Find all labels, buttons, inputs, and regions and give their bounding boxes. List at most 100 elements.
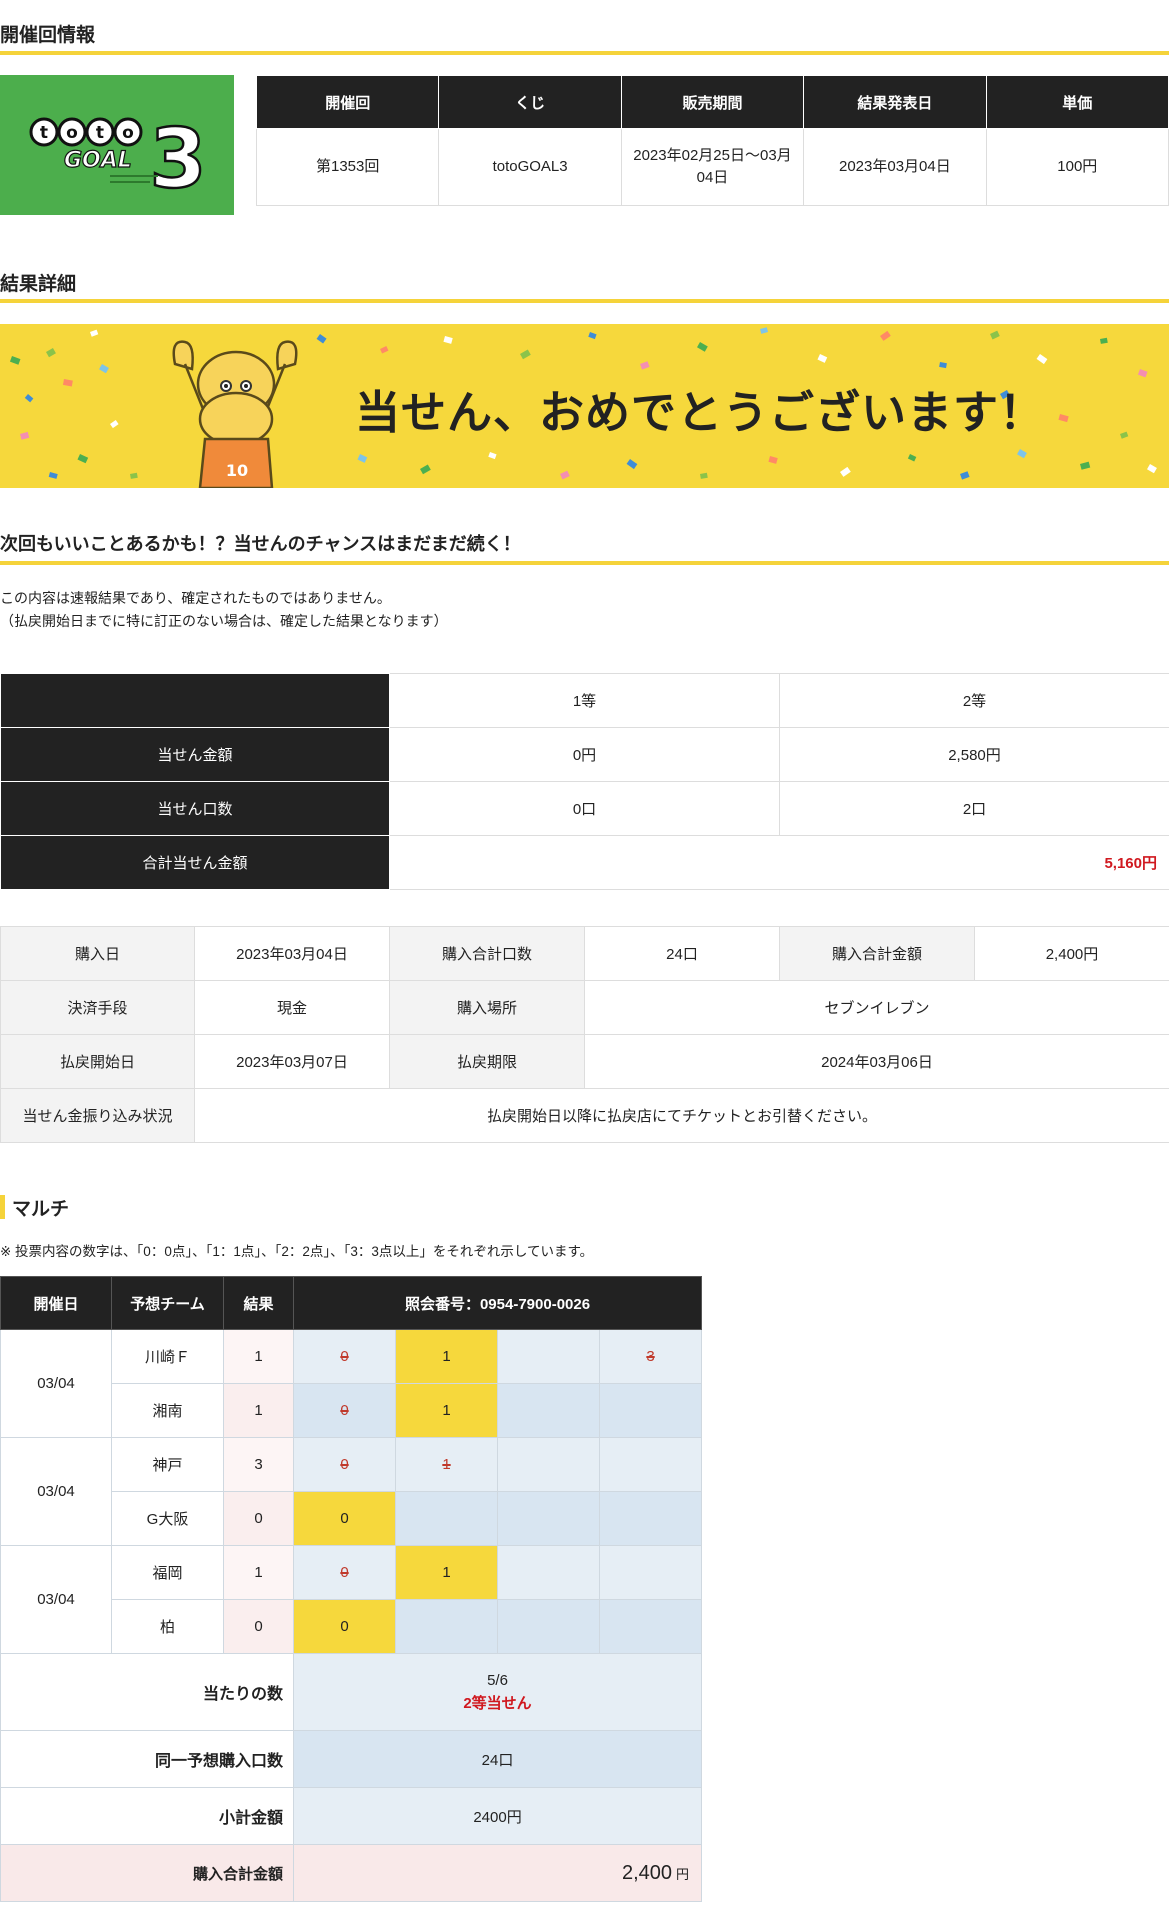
vote-table: 開催日 予想チーム 結果 照会番号：0954-7900-0026 03/04 川…	[0, 1276, 703, 1902]
pick-value: 3	[646, 1348, 655, 1365]
event-info-rule	[0, 51, 1169, 55]
purchase-units-label: 購入合計口数	[389, 926, 585, 981]
team-name: 湘南	[111, 1383, 224, 1438]
vote-header-ref: 照会番号：0954-7900-0026	[292, 1276, 703, 1330]
transfer-status-label: 当せん金振り込み状況	[0, 1088, 195, 1143]
pick-cell: 0	[293, 1437, 396, 1492]
header-lottery: くじ	[438, 75, 622, 129]
pick-cell	[395, 1599, 498, 1654]
subtotal-label: 小計金額	[0, 1787, 294, 1845]
value-sales-period: 2023年02月25日〜03月04日	[620, 128, 805, 206]
header-unit-price: 単価	[985, 75, 1169, 129]
result-detail-title: 結果詳細	[0, 274, 77, 295]
vote-header-result: 結果	[223, 1276, 294, 1330]
prize-rank-1: 1等	[389, 673, 780, 728]
match-date: 03/04	[0, 1437, 112, 1546]
value-round: 第1353回	[255, 128, 440, 206]
prize-amount-label: 当せん金額	[0, 727, 390, 782]
refund-start-label: 払戻開始日	[0, 1034, 195, 1089]
pick-value: 0	[340, 1564, 349, 1581]
refund-limit-label: 払戻期限	[389, 1034, 585, 1089]
congrats-text: 当せん、おめでとうございます！	[355, 387, 1046, 438]
svg-text:o: o	[66, 123, 78, 143]
team-name: 神戸	[111, 1437, 224, 1492]
pick-cell-hit: 1	[395, 1545, 498, 1600]
pick-cell	[598, 1491, 703, 1546]
prize-units-label: 当せん口数	[0, 781, 390, 836]
prize-total-label: 合計当せん金額	[0, 835, 390, 890]
result-detail-rule	[0, 299, 1169, 303]
purchase-info-table: 購入日 2023年03月04日 購入合計口数 24口 購入合計金額 2,400円…	[0, 926, 1169, 1143]
refund-limit-value: 2024年03月06日	[584, 1034, 1169, 1089]
team-result: 1	[223, 1329, 294, 1384]
header-result-date: 結果発表日	[803, 75, 987, 129]
pick-cell-hit: 0	[293, 1599, 396, 1654]
prize-amount-1: 0円	[389, 727, 780, 782]
pick-cell: 3	[598, 1329, 703, 1384]
header-round: 開催回	[255, 75, 440, 129]
svg-text:t: t	[40, 123, 48, 143]
pick-cell	[497, 1491, 600, 1546]
next-chance-title: 次回もいいことあるかも！？当せんのチャンスはまだまだ続く！	[0, 534, 521, 554]
mascot-graphic: 10	[172, 340, 298, 488]
prize-corner-cell	[0, 673, 390, 728]
prize-units-2: 2口	[779, 781, 1169, 836]
pick-cell-hit: 0	[293, 1491, 396, 1546]
grand-total-unit: 円	[676, 1866, 690, 1882]
prize-total-value: 5,160円	[389, 835, 1169, 890]
value-unit-price: 100円	[985, 128, 1169, 206]
hits-cell: 5/6 2等当せん	[292, 1653, 703, 1731]
pick-value: 0	[340, 1456, 349, 1473]
prize-rank-2: 2等	[779, 673, 1169, 728]
value-result-date: 2023年03月04日	[803, 128, 987, 206]
purchase-date-label: 購入日	[0, 926, 195, 981]
refund-start-value: 2023年03月07日	[194, 1034, 390, 1089]
multi-accent-bar	[0, 1195, 5, 1219]
header-sales-period: 販売期間	[620, 75, 805, 129]
pick-cell: 0	[293, 1329, 396, 1384]
svg-text:o: o	[122, 123, 134, 143]
pick-cell	[497, 1545, 600, 1600]
team-result: 0	[223, 1491, 294, 1546]
purchase-units-value: 24口	[584, 926, 780, 981]
same-units-label: 同一予想購入口数	[0, 1730, 294, 1788]
vote-header-date: 開催日	[0, 1276, 112, 1330]
subtotal-value: 2400円	[292, 1787, 703, 1845]
pick-cell-hit: 1	[395, 1329, 498, 1384]
pick-cell	[497, 1599, 600, 1654]
purchase-place-label: 購入場所	[389, 980, 585, 1035]
team-result: 0	[223, 1599, 294, 1654]
svg-text:t: t	[96, 123, 104, 143]
totogoal3-logo: t o t o GOAL 3	[0, 75, 234, 215]
pick-value: 0	[340, 1348, 349, 1365]
payment-method-value: 現金	[194, 980, 390, 1035]
payment-method-label: 決済手段	[0, 980, 195, 1035]
prize-result-table: 1等 2等 当せん金額 0円 2,580円 当せん口数 0口 2口 合計当せん金…	[0, 673, 1169, 890]
svg-text:10: 10	[226, 461, 248, 480]
pick-cell-hit: 1	[395, 1383, 498, 1438]
congrats-banner: 10 当せん、おめでとうございます！	[0, 324, 1169, 488]
grand-total-cell: 2,400 円	[292, 1844, 703, 1902]
team-result: 3	[223, 1437, 294, 1492]
next-chance-rule	[0, 561, 1169, 565]
team-name: 川崎Ｆ	[111, 1329, 224, 1384]
pick-cell	[598, 1599, 703, 1654]
totogoal3-logo-graphic: t o t o GOAL 3	[29, 111, 208, 208]
pick-value: 1	[442, 1402, 451, 1419]
pick-value: 0	[340, 1510, 349, 1527]
pick-value: 1	[442, 1348, 451, 1365]
pick-cell: 0	[293, 1545, 396, 1600]
hits-label: 当たりの数	[0, 1653, 294, 1731]
purchase-place-value: セブンイレブン	[584, 980, 1169, 1035]
pick-cell	[598, 1545, 703, 1600]
pick-cell	[598, 1383, 703, 1438]
grand-total-value: 2,400	[621, 1861, 673, 1884]
match-date: 03/04	[0, 1545, 112, 1654]
event-info-title: 開催回情報	[0, 25, 96, 46]
same-units-value: 24口	[292, 1730, 703, 1788]
hits-prize: 2等当せん	[463, 1695, 532, 1712]
provisional-note: この内容は速報結果であり、確定されたものではありません。	[0, 590, 391, 606]
pick-cell: 1	[395, 1437, 498, 1492]
prize-units-1: 0口	[389, 781, 780, 836]
multi-note: ※ 投票内容の数字は、「0：0点」、「1：1点」、「2：2点」、「3：3点以上」…	[0, 1244, 594, 1259]
